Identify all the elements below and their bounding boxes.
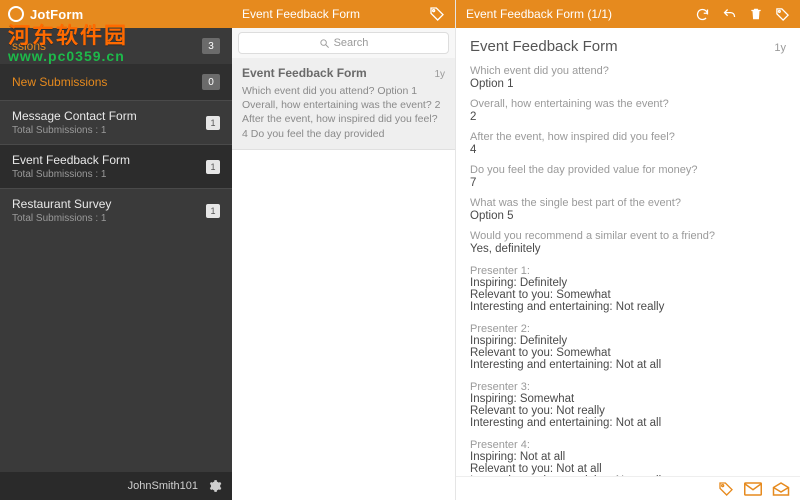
username-label: JohnSmith101 — [128, 480, 198, 492]
question-label: Do you feel the day provided value for m… — [470, 164, 786, 176]
submission-card-preview: Which event did you attend? Option 1 Ove… — [242, 84, 445, 141]
brand-name: JotForm — [30, 7, 83, 22]
presenter-line: Inspiring: Definitely — [470, 335, 786, 347]
form-badge: 1 — [206, 204, 220, 218]
detail-bottom-bar — [456, 476, 800, 500]
search-input[interactable]: Search — [238, 32, 449, 54]
form-badge: 1 — [206, 160, 220, 174]
submission-detail-column: Event Feedback Form (1/1) Event Feedback… — [456, 0, 800, 500]
list-topbar-title: Event Feedback Form — [242, 7, 360, 21]
list-topbar: Event Feedback Form — [232, 0, 455, 28]
sidebar: JotForm 河东软件园 www.pc0359.cn ssions 3 New… — [0, 0, 232, 500]
form-subtext: Total Submissions : 1 — [12, 169, 130, 180]
presenter-group: Presenter 3: Inspiring: Somewhat Relevan… — [470, 381, 786, 429]
form-badge: 1 — [206, 116, 220, 130]
answer-value: Yes, definitely — [470, 243, 786, 255]
presenter-line: Interesting and entertaining: Not really — [470, 301, 786, 313]
presenter-head: Presenter 3: — [470, 381, 786, 393]
form-name: Event Feedback Form — [12, 153, 130, 167]
presenter-group: Presenter 1: Inspiring: Definitely Relev… — [470, 265, 786, 313]
presenter-line: Inspiring: Not at all — [470, 451, 786, 463]
reply-icon[interactable] — [722, 7, 737, 22]
presenter-head: Presenter 2: — [470, 323, 786, 335]
refresh-icon[interactable] — [695, 7, 710, 22]
answer-value: Option 5 — [470, 210, 786, 222]
answer-value: 4 — [470, 144, 786, 156]
presenter-line: Relevant to you: Not really — [470, 405, 786, 417]
presenter-line: Interesting and entertaining: Not at all — [470, 359, 786, 371]
form-name: Message Contact Form — [12, 109, 137, 123]
submission-count-badge: 0 — [202, 74, 220, 90]
detail-topbar-actions — [695, 7, 790, 22]
question-label: After the event, how inspired did you fe… — [470, 131, 786, 143]
presenter-line: Relevant to you: Not at all — [470, 463, 786, 475]
question-label: Overall, how entertaining was the event? — [470, 98, 786, 110]
gear-icon[interactable] — [208, 479, 222, 493]
presenter-line: Inspiring: Definitely — [470, 277, 786, 289]
sidebar-tag-new-submissions[interactable]: New Submissions 0 — [0, 64, 232, 100]
question-label: Would you recommend a similar event to a… — [470, 230, 786, 242]
sidebar-form-event-feedback[interactable]: Event Feedback Form Total Submissions : … — [0, 144, 232, 188]
app-root: JotForm 河东软件园 www.pc0359.cn ssions 3 New… — [0, 0, 800, 500]
sidebar-form-restaurant-survey[interactable]: Restaurant Survey Total Submissions : 1 … — [0, 188, 232, 232]
brand-bar: JotForm — [0, 0, 232, 28]
presenter-line: Relevant to you: Somewhat — [470, 347, 786, 359]
bottom-tag-icon[interactable] — [718, 481, 734, 497]
sidebar-tag-all-submissions[interactable]: ssions 3 — [0, 28, 232, 64]
question-label: What was the single best part of the eve… — [470, 197, 786, 209]
presenter-line: Inspiring: Somewhat — [470, 393, 786, 405]
presenter-head: Presenter 4: — [470, 439, 786, 451]
question-label: Which event did you attend? — [470, 65, 786, 77]
presenter-head: Presenter 1: — [470, 265, 786, 277]
sidebar-tag-label: ssions — [12, 39, 46, 53]
form-subtext: Total Submissions : 1 — [12, 125, 137, 136]
submission-card-age: 1y — [434, 69, 445, 80]
trash-icon[interactable] — [749, 7, 763, 21]
sidebar-spacer — [0, 232, 232, 472]
answer-value: 7 — [470, 177, 786, 189]
tag-icon[interactable] — [429, 6, 445, 22]
form-subtext: Total Submissions : 1 — [12, 213, 111, 224]
sidebar-form-message-contact[interactable]: Message Contact Form Total Submissions :… — [0, 100, 232, 144]
form-name: Restaurant Survey — [12, 197, 111, 211]
list-empty-area — [232, 150, 455, 500]
mail-open-icon[interactable] — [772, 481, 790, 497]
qa-block: Which event did you attend? Option 1 Ove… — [470, 65, 786, 255]
sidebar-footer: JohnSmith101 — [0, 472, 232, 500]
detail-title: Event Feedback Form — [470, 38, 618, 55]
answer-value: 2 — [470, 111, 786, 123]
submission-card[interactable]: Event Feedback Form 1y Which event did y… — [232, 58, 455, 150]
presenter-group: Presenter 2: Inspiring: Definitely Relev… — [470, 323, 786, 371]
sidebar-tag-label: New Submissions — [12, 75, 107, 89]
search-placeholder: Search — [334, 37, 369, 49]
submission-list-column: Event Feedback Form Search Event Feedbac… — [232, 0, 456, 500]
answer-value: Option 1 — [470, 78, 786, 90]
detail-body[interactable]: Event Feedback Form 1y Which event did y… — [456, 28, 800, 500]
detail-topbar: Event Feedback Form (1/1) — [456, 0, 800, 28]
brand-logo-icon — [8, 6, 24, 22]
presenter-line: Relevant to you: Somewhat — [470, 289, 786, 301]
tag-action-icon[interactable] — [775, 7, 790, 22]
search-icon — [319, 38, 330, 49]
submission-card-title: Event Feedback Form — [242, 66, 367, 80]
detail-age: 1y — [774, 42, 786, 54]
presenter-line: Interesting and entertaining: Not at all — [470, 417, 786, 429]
detail-topbar-title: Event Feedback Form (1/1) — [466, 7, 612, 21]
mail-icon[interactable] — [744, 482, 762, 496]
submission-count-badge: 3 — [202, 38, 220, 54]
